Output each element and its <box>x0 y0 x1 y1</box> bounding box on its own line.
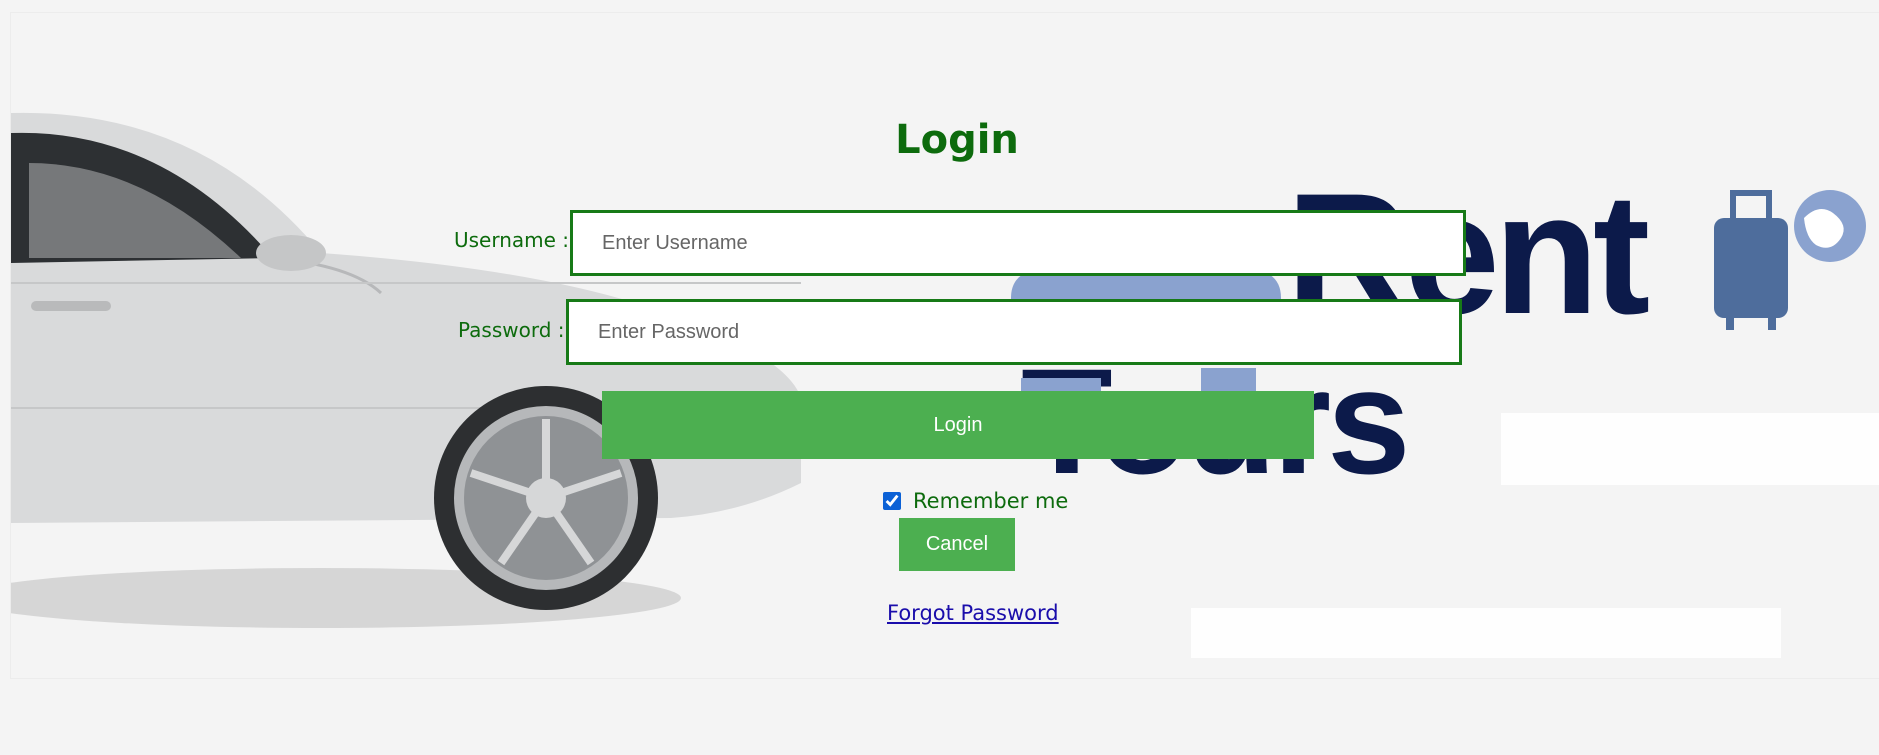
login-panel: Rent Tours <box>10 12 1879 679</box>
forgot-password-link[interactable]: Forgot Password <box>887 601 1059 625</box>
white-patch-1 <box>1501 413 1879 485</box>
username-label: Username : <box>454 228 570 252</box>
car-image <box>11 112 801 628</box>
password-label: Password : <box>458 318 565 342</box>
remember-me[interactable]: Remember me <box>883 489 1068 513</box>
cancel-button[interactable]: Cancel <box>899 518 1015 571</box>
remember-me-checkbox[interactable] <box>883 492 901 510</box>
page-title: Login <box>895 117 1019 163</box>
remember-me-label: Remember me <box>913 489 1069 513</box>
login-button[interactable]: Login <box>602 391 1314 459</box>
luggage-icon <box>1714 190 1788 330</box>
globe-icon <box>1794 190 1866 262</box>
password-input[interactable] <box>566 299 1462 365</box>
white-patch-2 <box>1191 608 1781 658</box>
username-input[interactable] <box>570 210 1466 276</box>
